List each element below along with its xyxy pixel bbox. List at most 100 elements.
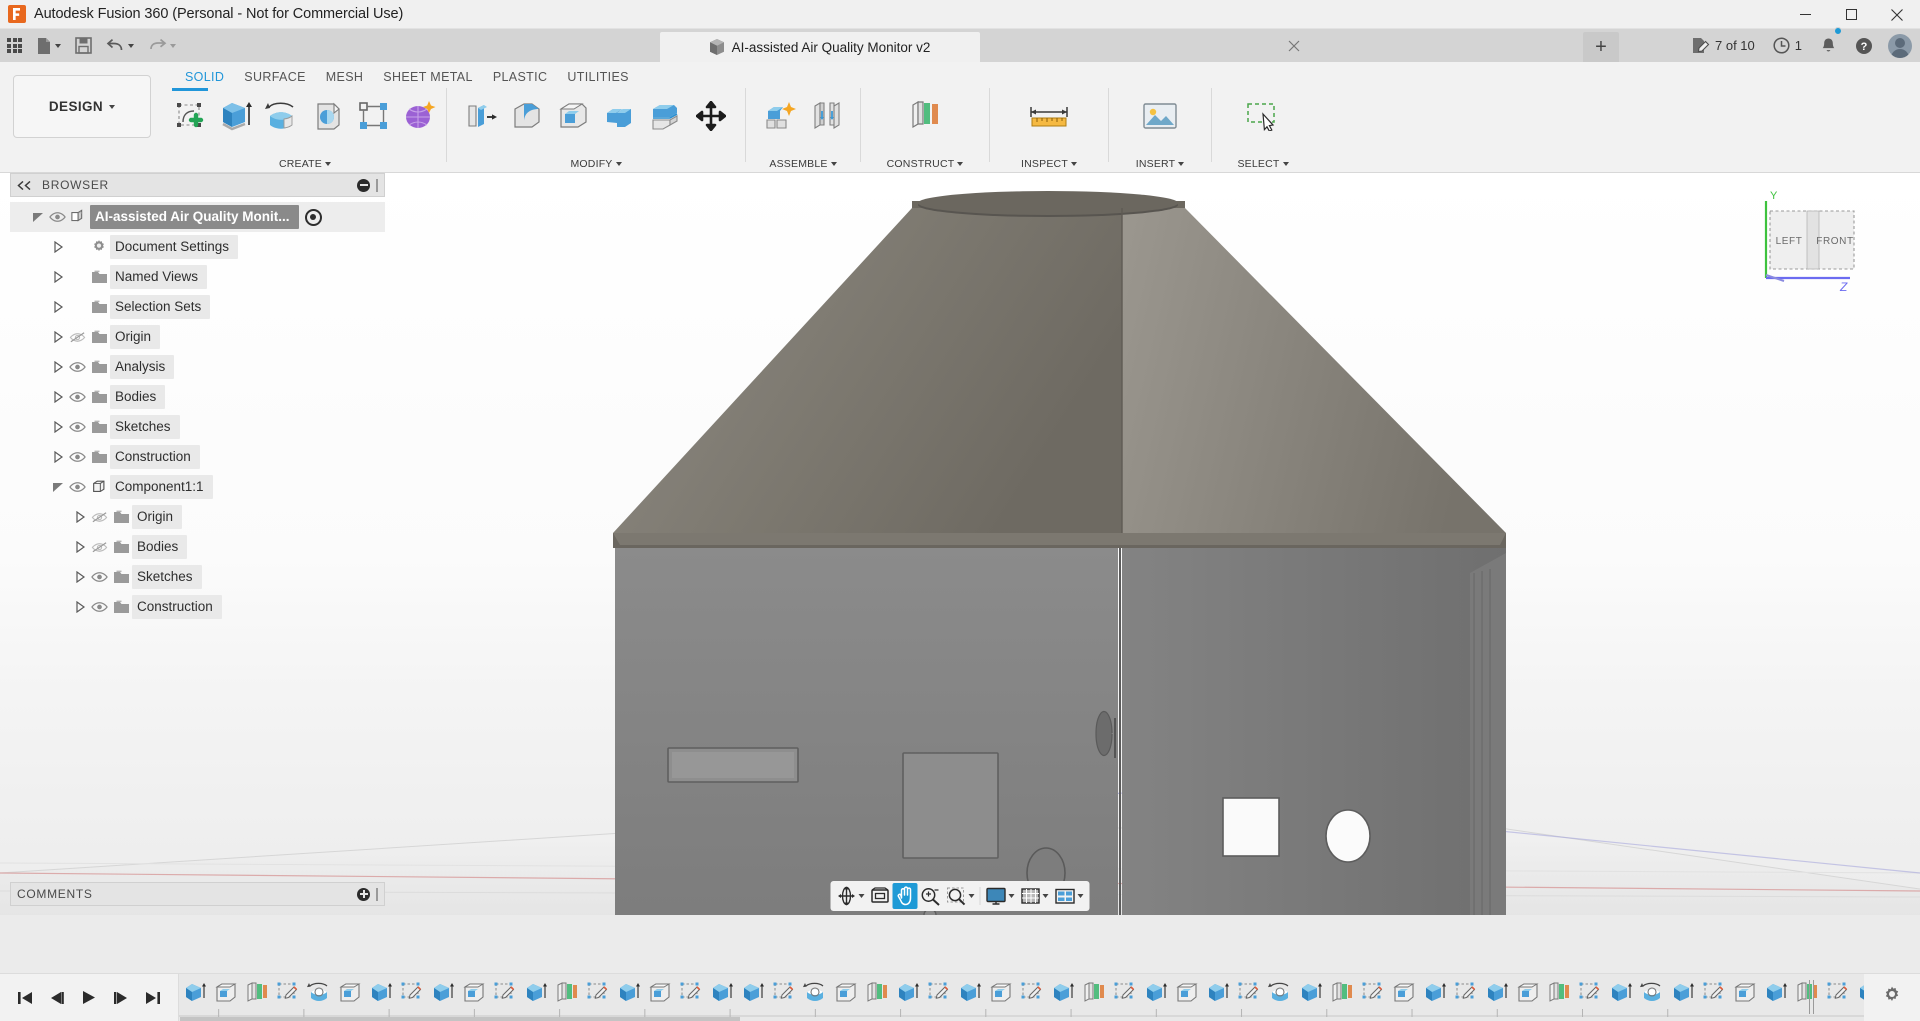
timeline-feature-sketch[interactable] — [1016, 977, 1047, 1008]
document-tab[interactable]: AI-assisted Air Quality Monitor v2 — [660, 32, 980, 62]
timeline-feature-sketch[interactable] — [272, 977, 303, 1008]
timeline-feature-sketch[interactable] — [396, 977, 427, 1008]
extrude-button[interactable] — [214, 90, 258, 142]
timeline-track[interactable] — [178, 974, 1864, 1021]
browser-node-ai-assisted-air-quality-monit[interactable]: AI-assisted Air Quality Monit... — [10, 202, 385, 232]
grid-snaps-button[interactable] — [1018, 883, 1052, 909]
timeline-feature-plane[interactable] — [551, 977, 582, 1008]
timeline-feature-extrude[interactable] — [954, 977, 985, 1008]
tab-solid[interactable]: SOLID — [175, 66, 234, 88]
notifications-button[interactable] — [1817, 29, 1840, 62]
browser-node-label[interactable]: Selection Sets — [110, 295, 210, 319]
browser-node-selection-sets[interactable]: Selection Sets — [10, 292, 385, 322]
browser-node-document-settings[interactable]: Document Settings — [10, 232, 385, 262]
browser-resize-grip[interactable] — [376, 179, 378, 192]
press-pull-button[interactable] — [459, 90, 503, 142]
timeline-feature-shell[interactable] — [210, 977, 241, 1008]
new-tab-button[interactable]: + — [1583, 32, 1619, 62]
redo-icon[interactable] — [141, 29, 183, 62]
timeline-feature-plane[interactable] — [1326, 977, 1357, 1008]
browser-node-sketches[interactable]: Sketches — [10, 562, 385, 592]
minus-circle-icon[interactable] — [357, 179, 370, 192]
eye-visible-icon[interactable] — [46, 209, 68, 225]
help-button[interactable]: ? — [1852, 29, 1876, 62]
browser-node-construction[interactable]: Construction — [10, 592, 385, 622]
timeline-feature-sketch[interactable] — [1450, 977, 1481, 1008]
eye-visible-icon[interactable] — [66, 419, 88, 435]
timeline-feature-extrude[interactable] — [427, 977, 458, 1008]
zoom-button[interactable] — [918, 883, 944, 909]
timeline-feature-extrude[interactable] — [1481, 977, 1512, 1008]
edits-indicator[interactable]: 7 of 10 — [1688, 29, 1758, 62]
timeline-feature-extrude[interactable] — [1140, 977, 1171, 1008]
timeline-feature-sketch[interactable] — [489, 977, 520, 1008]
loft-button[interactable] — [352, 90, 396, 142]
insert-canvas-button[interactable] — [1134, 90, 1186, 142]
timeline-feature-shell[interactable] — [985, 977, 1016, 1008]
timeline-feature-plane[interactable] — [861, 977, 892, 1008]
fillet-button[interactable] — [505, 90, 549, 142]
eye-visible-icon[interactable] — [88, 599, 110, 615]
timeline-feature-plane[interactable] — [1791, 977, 1822, 1008]
timeline-feature-revolve[interactable] — [799, 977, 830, 1008]
chevron-right-icon[interactable] — [50, 269, 66, 285]
step-forward-icon[interactable] — [112, 989, 130, 1007]
collapse-left-icon[interactable] — [17, 178, 32, 193]
chevron-right-icon[interactable] — [50, 449, 66, 465]
maximize-button[interactable] — [1828, 0, 1874, 29]
timeline-feature-sketch[interactable] — [1822, 977, 1853, 1008]
timeline-feature-extrude[interactable] — [892, 977, 923, 1008]
timeline-feature-plane[interactable] — [241, 977, 272, 1008]
eye-visible-icon[interactable] — [66, 449, 88, 465]
timeline-feature-extrude[interactable] — [520, 977, 551, 1008]
timeline-feature-extrude[interactable] — [1295, 977, 1326, 1008]
eye-hidden-icon[interactable] — [66, 329, 88, 345]
account-avatar[interactable] — [1888, 34, 1912, 58]
browser-node-label[interactable]: Construction — [132, 595, 222, 619]
jump-start-icon[interactable] — [16, 989, 34, 1007]
chevron-right-icon[interactable] — [50, 389, 66, 405]
timeline-feature-sketch[interactable] — [582, 977, 613, 1008]
gear-icon[interactable] — [1882, 985, 1902, 1010]
create-sketch-button[interactable] — [168, 90, 212, 142]
timeline-feature-shell[interactable] — [830, 977, 861, 1008]
timeline-feature-sketch[interactable] — [1574, 977, 1605, 1008]
new-component-button[interactable] — [758, 90, 802, 142]
timeline-feature-extrude[interactable] — [179, 977, 210, 1008]
browser-node-bodies[interactable]: Bodies — [10, 382, 385, 412]
timeline-feature-plane[interactable] — [1078, 977, 1109, 1008]
timeline-feature-extrude[interactable] — [1853, 977, 1864, 1008]
browser-node-label[interactable]: AI-assisted Air Quality Monit... — [90, 205, 299, 229]
viewport-canvas[interactable]: Y Z LEFT FRONT BROWSER — [0, 173, 1920, 915]
tab-surface[interactable]: SURFACE — [234, 66, 316, 88]
browser-node-label[interactable]: Sketches — [110, 415, 180, 439]
timeline-feature-extrude[interactable] — [613, 977, 644, 1008]
chevron-right-icon[interactable] — [50, 419, 66, 435]
offset-face-button[interactable] — [643, 90, 687, 142]
viewports-button[interactable] — [1052, 883, 1087, 909]
tab-sheet-metal[interactable]: SHEET METAL — [373, 66, 483, 88]
ribbon-group-create-label[interactable]: CREATE — [168, 158, 442, 170]
revolve-button[interactable] — [260, 90, 304, 142]
pan-button[interactable] — [893, 883, 918, 909]
ribbon-group-inspect-label[interactable]: INSPECT — [994, 158, 1104, 170]
browser-node-construction[interactable]: Construction — [10, 442, 385, 472]
timeline-feature-extrude[interactable] — [1419, 977, 1450, 1008]
timeline-feature-sketch[interactable] — [1698, 977, 1729, 1008]
chevron-right-icon[interactable] — [50, 329, 66, 345]
joint-button[interactable] — [804, 90, 848, 142]
browser-node-label[interactable]: Component1:1 — [110, 475, 213, 499]
timeline-feature-shell[interactable] — [644, 977, 675, 1008]
timeline-feature-shell[interactable] — [1512, 977, 1543, 1008]
tab-utilities[interactable]: UTILITIES — [557, 66, 639, 88]
timeline-horizontal-scrollbar[interactable] — [180, 1017, 740, 1021]
undo-icon[interactable] — [99, 29, 141, 62]
active-component-radio[interactable] — [305, 209, 322, 226]
browser-node-component1-1[interactable]: Component1:1 — [10, 472, 385, 502]
orbit-button[interactable] — [834, 883, 868, 909]
timeline-feature-extrude[interactable] — [1605, 977, 1636, 1008]
new-file-icon[interactable] — [29, 29, 68, 62]
ribbon-group-insert-label[interactable]: INSERT — [1113, 158, 1207, 170]
timeline-feature-extrude[interactable] — [737, 977, 768, 1008]
app-grid-icon[interactable] — [0, 29, 29, 62]
